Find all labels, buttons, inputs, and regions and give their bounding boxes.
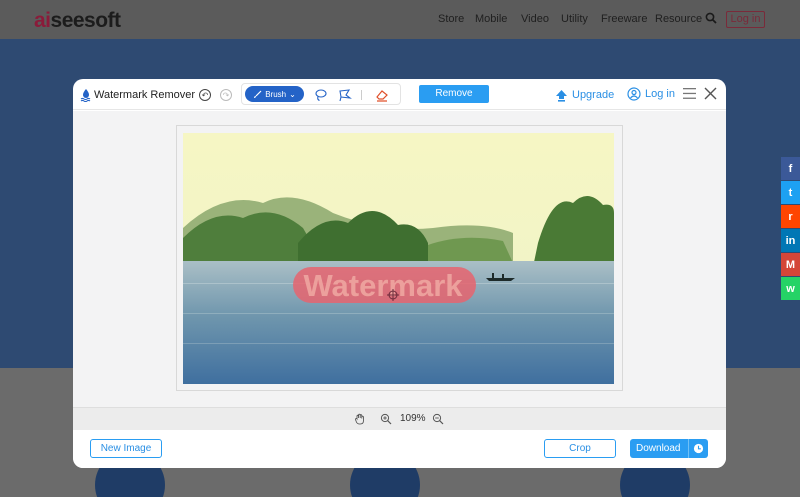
chevron-down-icon: ⌄ [289, 89, 296, 99]
whatsapp-icon[interactable]: w [781, 277, 800, 300]
dialog-login-label: Log in [645, 88, 675, 100]
clock-icon[interactable] [688, 439, 708, 458]
nav-video[interactable]: Video [521, 13, 549, 25]
upgrade-icon [556, 89, 567, 102]
share-bar: f t r in M w [781, 157, 800, 301]
toolbar-divider [361, 90, 362, 100]
lake-photo: Watermark [183, 133, 614, 384]
dialog-title: Watermark Remover [94, 89, 196, 101]
watermark-app-icon [80, 89, 91, 102]
upgrade-label: Upgrade [572, 89, 615, 101]
site-header: aiseesoft Store Mobile Video Utility Fre… [0, 0, 800, 39]
eraser-icon[interactable] [375, 88, 389, 102]
brush-icon [254, 90, 262, 98]
nav-resource[interactable]: Resource [655, 13, 702, 25]
search-icon[interactable] [705, 12, 717, 24]
user-icon [627, 87, 641, 101]
menu-icon[interactable] [683, 88, 696, 99]
remove-button[interactable]: Remove [419, 85, 489, 103]
nav-mobile[interactable]: Mobile [475, 13, 507, 25]
nav-utility[interactable]: Utility [561, 13, 588, 25]
close-icon[interactable] [704, 87, 717, 100]
linkedin-icon[interactable]: in [781, 229, 800, 252]
site-login-button[interactable]: Log in [726, 11, 765, 28]
undo-icon[interactable]: ↶ [199, 89, 211, 101]
site-logo[interactable]: aiseesoft [34, 9, 121, 33]
dialog-login-button[interactable]: Log in [627, 86, 675, 102]
reddit-icon[interactable]: r [781, 205, 800, 228]
nav-freeware[interactable]: Freeware [601, 13, 647, 25]
download-button[interactable]: Download [630, 439, 708, 458]
new-image-button[interactable]: New Image [90, 439, 162, 458]
landscape-image: Watermark [183, 133, 614, 384]
polygonal-lasso-icon[interactable] [338, 88, 352, 102]
watermark-text: Watermark [303, 268, 463, 303]
zoom-out-icon[interactable] [432, 413, 444, 425]
upgrade-button[interactable]: Upgrade [555, 87, 614, 103]
nav-store[interactable]: Store [438, 13, 464, 25]
twitter-icon[interactable]: t [781, 181, 800, 204]
zoom-bar: 109% [73, 407, 726, 430]
selection-tools: Brush ⌄ [241, 83, 401, 105]
zoom-level: 109% [400, 413, 426, 424]
lasso-icon[interactable] [314, 88, 328, 102]
download-label: Download [636, 443, 681, 454]
crop-button[interactable]: Crop [544, 439, 616, 458]
brush-tool-button[interactable]: Brush ⌄ [245, 86, 304, 102]
facebook-icon[interactable]: f [781, 157, 800, 180]
dialog-toolbar: Watermark Remover ↶ ↷ Brush ⌄ Remove Upg… [73, 79, 726, 110]
zoom-in-icon[interactable] [380, 413, 392, 425]
gmail-icon[interactable]: M [781, 253, 800, 276]
redo-icon[interactable]: ↷ [220, 89, 232, 101]
hand-pan-icon[interactable] [354, 413, 366, 425]
brush-label: Brush [265, 89, 287, 99]
dialog-footer: New Image Crop Download [73, 430, 726, 468]
